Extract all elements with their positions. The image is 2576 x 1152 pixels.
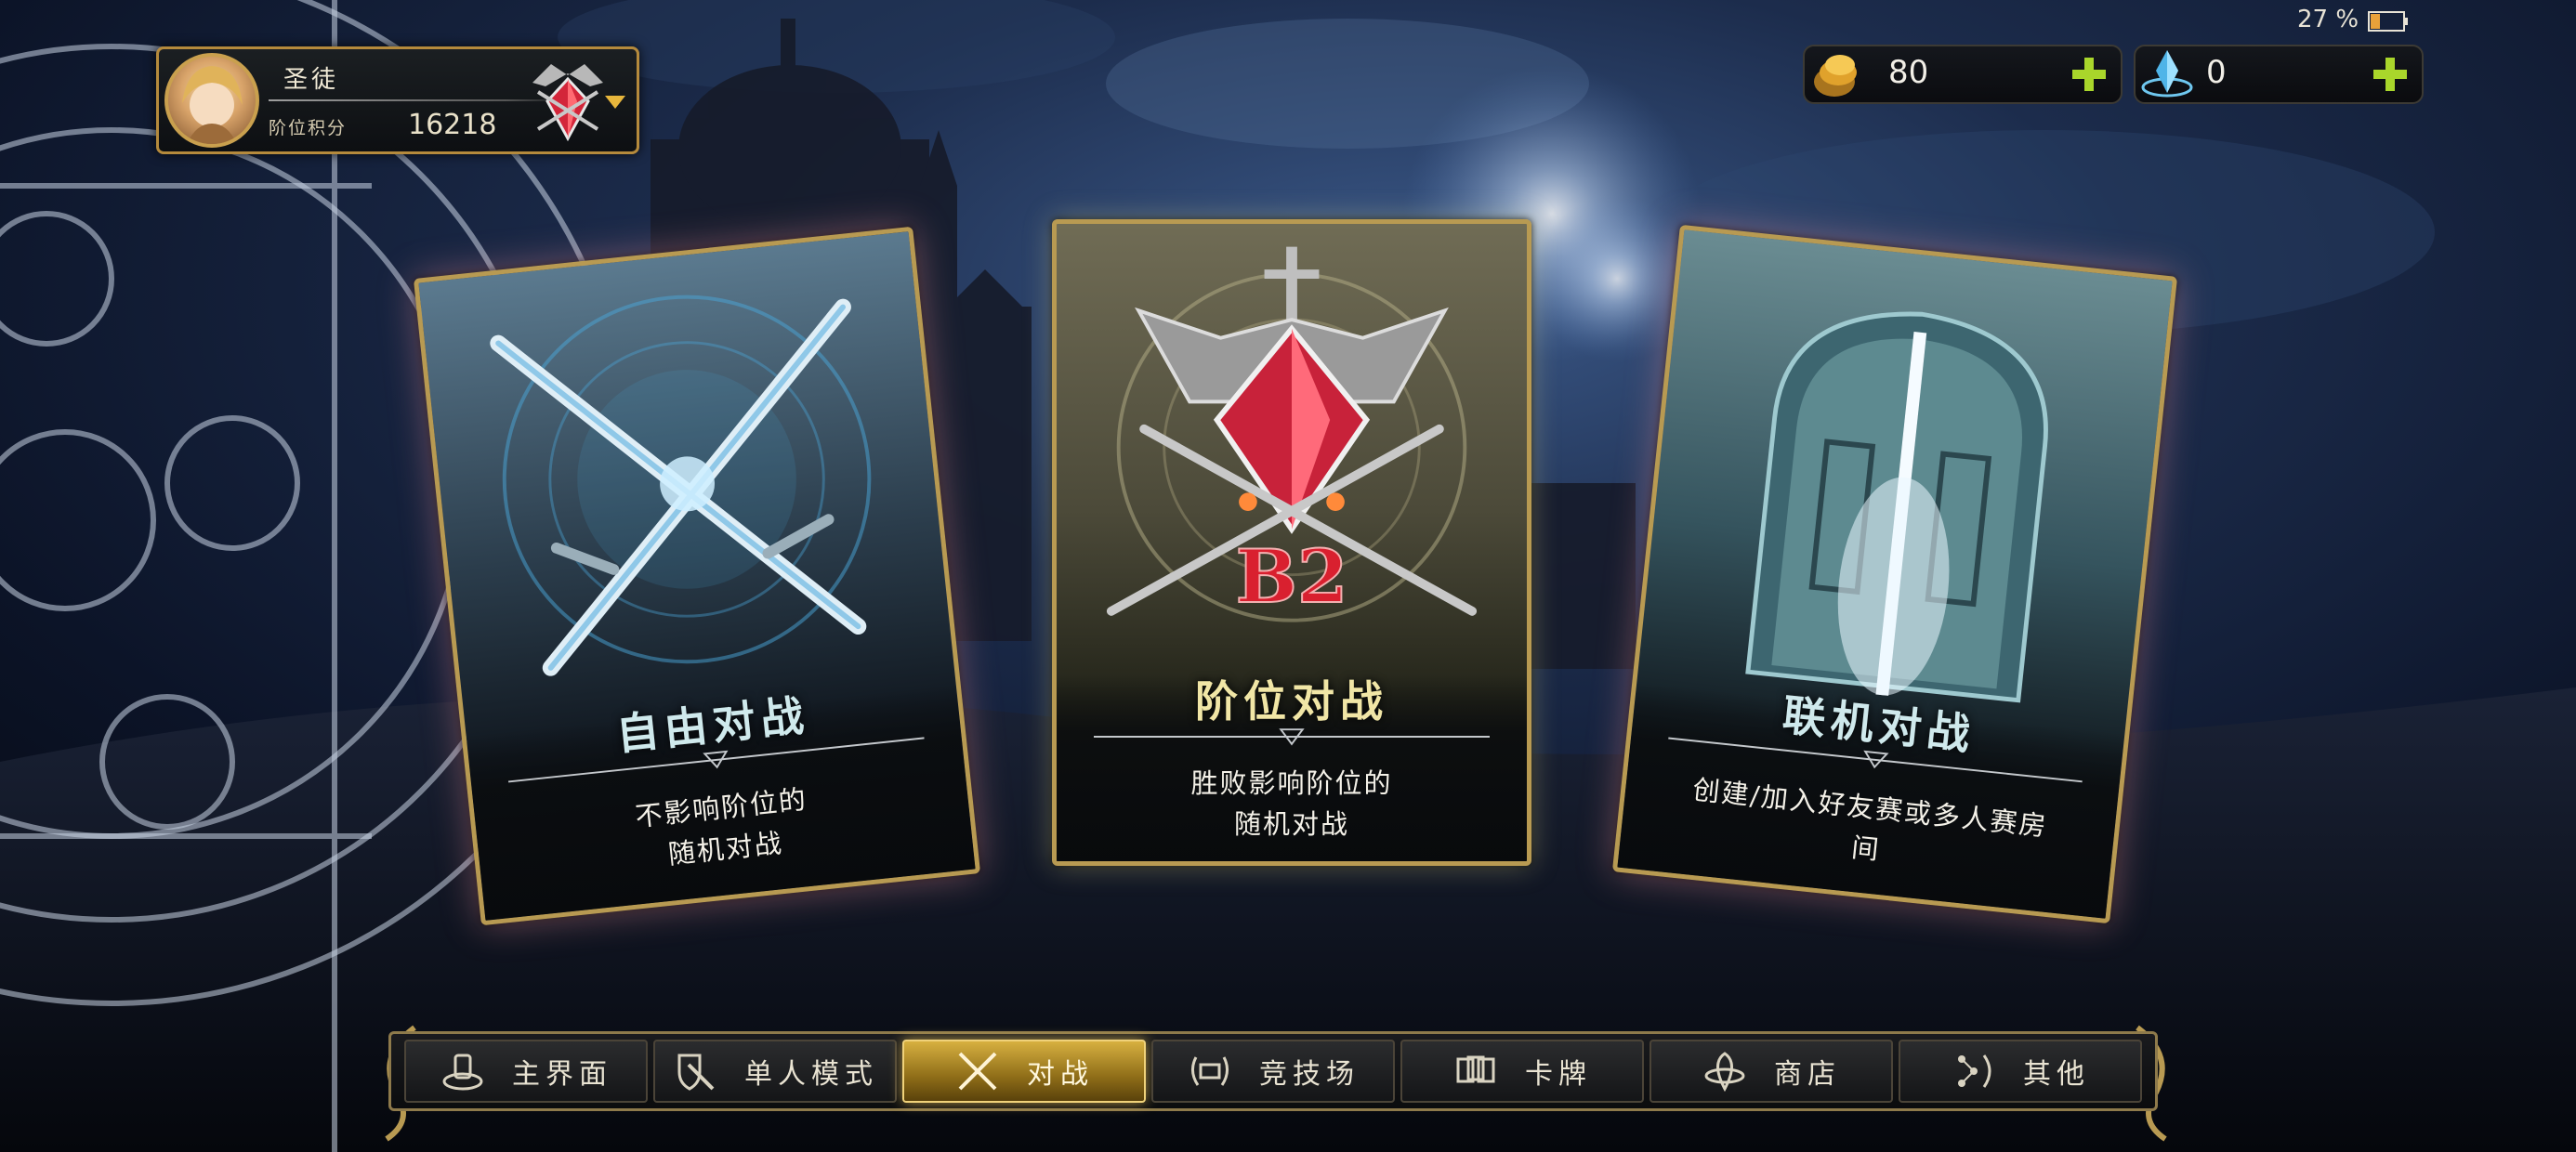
online-battle-card[interactable]: 联机对战 创建/加入好友赛或多人赛房 间 xyxy=(1611,224,2178,924)
rank-points-label: 阶位积分 xyxy=(269,118,348,138)
rank-emblem-icon xyxy=(532,64,603,142)
nav-item-arena[interactable]: 竞技场 xyxy=(1151,1040,1395,1103)
card-desc-line: 胜败影响阶位的 xyxy=(1190,767,1393,799)
nav-label: 对战 xyxy=(1027,1058,1094,1091)
player-name: 圣徒 xyxy=(283,66,340,94)
battery-icon xyxy=(2368,11,2408,32)
gold-currency: 80 xyxy=(1803,45,2123,104)
nav-item-cards[interactable]: 卡牌 xyxy=(1400,1040,1644,1103)
nav-item-single-player[interactable]: 单人模式 xyxy=(653,1040,897,1103)
nav-label: 主界面 xyxy=(512,1058,612,1091)
card-description: 胜败影响阶位的 随机对战 xyxy=(1084,763,1499,844)
blue-crystal-icon xyxy=(2141,50,2193,98)
nav-item-home[interactable]: 主界面 xyxy=(404,1040,648,1103)
ornament-divider xyxy=(1094,728,1490,746)
nav-label: 卡牌 xyxy=(1525,1058,1592,1091)
rank-badge: B2 xyxy=(1236,534,1348,620)
nav-item-battle[interactable]: 对战 xyxy=(902,1040,1146,1103)
player-profile-panel[interactable]: 圣徒 阶位积分 16218 xyxy=(156,46,639,154)
gold-coins-icon xyxy=(1814,55,1857,97)
nav-label: 其他 xyxy=(2023,1058,2090,1091)
crossed-swords-icon xyxy=(958,1052,997,1091)
nav-label: 竞技场 xyxy=(1259,1058,1360,1091)
rank-points-value: 16218 xyxy=(408,109,497,141)
other-constellation-icon xyxy=(1958,1054,1991,1088)
nav-label: 单人模式 xyxy=(744,1058,878,1091)
ranked-battle-card[interactable]: B2 阶位对战 胜败影响阶位的 随机对战 xyxy=(1052,219,1531,866)
home-icon xyxy=(442,1054,483,1091)
free-battle-card[interactable]: 自由对战 不影响阶位的 随机对战 xyxy=(413,226,981,926)
nav-item-other[interactable]: 其他 xyxy=(1899,1040,2142,1103)
nav-label: 商店 xyxy=(1774,1058,1841,1091)
gold-amount: 80 xyxy=(1888,54,1929,91)
avatar[interactable] xyxy=(164,53,259,148)
name-divider xyxy=(269,99,566,101)
gem-amount: 0 xyxy=(2206,54,2227,91)
gem-currency: 0 xyxy=(2134,45,2424,104)
battery-percent: 27 % xyxy=(2297,6,2359,33)
card-title: 阶位对战 xyxy=(1195,676,1388,727)
bottom-navigation: 主界面 单人模式 对战 竞技场 卡牌 商店 其他 xyxy=(388,1031,2158,1111)
arena-laurel-icon xyxy=(1191,1056,1229,1086)
rank-crest-icon: B2 xyxy=(1106,246,1478,622)
card-desc-line: 随机对战 xyxy=(1233,808,1349,840)
add-gold-button[interactable] xyxy=(2067,52,2111,97)
nav-item-shop[interactable]: 商店 xyxy=(1649,1040,1893,1103)
shop-icon xyxy=(1704,1052,1745,1093)
sword-shield-icon xyxy=(677,1054,715,1091)
cards-icon xyxy=(1456,1055,1495,1083)
add-gem-button[interactable] xyxy=(2368,52,2412,97)
chevron-down-icon[interactable] xyxy=(603,94,627,111)
